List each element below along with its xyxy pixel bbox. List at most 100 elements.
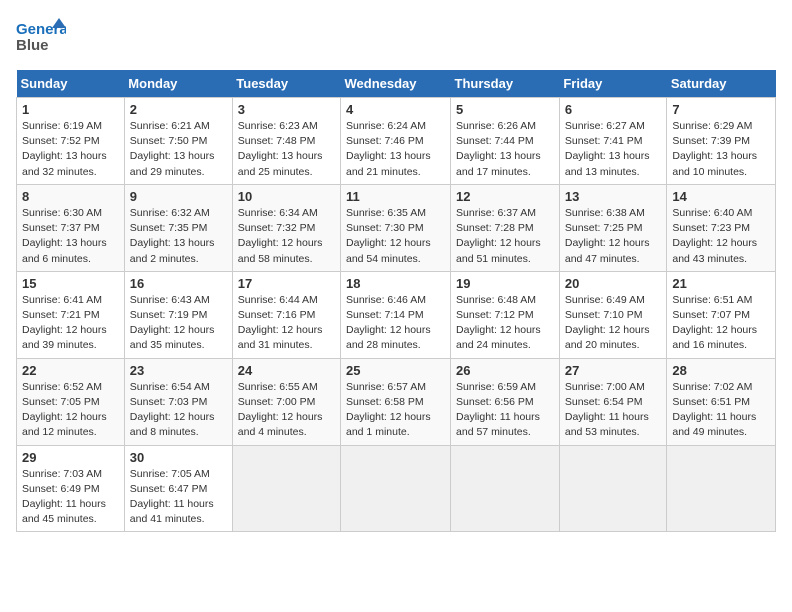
calendar-cell: 28 Sunrise: 7:02 AMSunset: 6:51 PMDayligh… (667, 358, 776, 445)
day-number: 21 (672, 276, 770, 291)
day-number: 8 (22, 189, 119, 204)
header-friday: Friday (559, 70, 667, 98)
logo-svg: General Blue (16, 16, 66, 58)
calendar-cell: 20Sunrise: 6:49 AMSunset: 7:10 PMDayligh… (559, 271, 667, 358)
day-number: 27 (565, 363, 662, 378)
calendar-cell (451, 445, 560, 532)
calendar-cell: 17 Sunrise: 6:44 AMSunset: 7:16 PMDayligh… (232, 271, 340, 358)
day-info: Sunrise: 6:46 AMSunset: 7:14 PMDaylight:… (346, 293, 445, 354)
day-number: 14 (672, 189, 770, 204)
day-number: 29 (22, 450, 119, 465)
calendar-cell: 9 Sunrise: 6:32 AMSunset: 7:35 PMDaylight… (124, 184, 232, 271)
day-info: Sunrise: 6:19 AMSunset: 7:52 PMDaylight:… (22, 119, 119, 180)
day-info: Sunrise: 6:44 AMSunset: 7:16 PMDaylight:… (238, 293, 335, 354)
page-header: General Blue (16, 16, 776, 58)
calendar-week-5: 29 Sunrise: 7:03 AMSunset: 6:49 PMDayligh… (17, 445, 776, 532)
calendar-cell: 12 Sunrise: 6:37 AMSunset: 7:28 PMDayligh… (451, 184, 560, 271)
calendar-cell (667, 445, 776, 532)
day-info: Sunrise: 6:37 AMSunset: 7:28 PMDaylight:… (456, 206, 554, 267)
day-info: Sunrise: 6:57 AMSunset: 6:58 PMDaylight:… (346, 380, 445, 441)
calendar-cell: 6 Sunrise: 6:27 AMSunset: 7:41 PMDaylight… (559, 98, 667, 185)
logo: General Blue (16, 16, 66, 58)
day-number: 26 (456, 363, 554, 378)
header-wednesday: Wednesday (341, 70, 451, 98)
day-info: Sunrise: 7:03 AMSunset: 6:49 PMDaylight:… (22, 467, 119, 528)
day-number: 6 (565, 102, 662, 117)
day-info: Sunrise: 6:49 AMSunset: 7:10 PMDaylight:… (565, 293, 662, 354)
calendar-cell: 23 Sunrise: 6:54 AMSunset: 7:03 PMDayligh… (124, 358, 232, 445)
day-number: 7 (672, 102, 770, 117)
calendar-table: SundayMondayTuesdayWednesdayThursdayFrid… (16, 70, 776, 532)
day-info: Sunrise: 6:51 AMSunset: 7:07 PMDaylight:… (672, 293, 770, 354)
calendar-cell: 10Sunrise: 6:34 AMSunset: 7:32 PMDayligh… (232, 184, 340, 271)
day-number: 16 (130, 276, 227, 291)
day-number: 18 (346, 276, 445, 291)
calendar-cell: 26Sunrise: 6:59 AMSunset: 6:56 PMDayligh… (451, 358, 560, 445)
day-info: Sunrise: 7:02 AMSunset: 6:51 PMDaylight:… (672, 380, 770, 441)
day-info: Sunrise: 6:35 AMSunset: 7:30 PMDaylight:… (346, 206, 445, 267)
day-number: 9 (130, 189, 227, 204)
day-number: 1 (22, 102, 119, 117)
calendar-week-3: 15Sunrise: 6:41 AMSunset: 7:21 PMDayligh… (17, 271, 776, 358)
calendar-cell: 21 Sunrise: 6:51 AMSunset: 7:07 PMDayligh… (667, 271, 776, 358)
calendar-cell: 25 Sunrise: 6:57 AMSunset: 6:58 PMDayligh… (341, 358, 451, 445)
calendar-cell: 22 Sunrise: 6:52 AMSunset: 7:05 PMDayligh… (17, 358, 125, 445)
calendar-cell: 7 Sunrise: 6:29 AMSunset: 7:39 PMDaylight… (667, 98, 776, 185)
day-info: Sunrise: 7:05 AMSunset: 6:47 PMDaylight:… (130, 467, 227, 528)
calendar-cell (559, 445, 667, 532)
day-number: 4 (346, 102, 445, 117)
calendar-cell: 27 Sunrise: 7:00 AMSunset: 6:54 PMDayligh… (559, 358, 667, 445)
calendar-week-1: 1 Sunrise: 6:19 AMSunset: 7:52 PMDaylight… (17, 98, 776, 185)
header-sunday: Sunday (17, 70, 125, 98)
day-info: Sunrise: 6:32 AMSunset: 7:35 PMDaylight:… (130, 206, 227, 267)
calendar-cell: 16 Sunrise: 6:43 AMSunset: 7:19 PMDayligh… (124, 271, 232, 358)
day-info: Sunrise: 6:27 AMSunset: 7:41 PMDaylight:… (565, 119, 662, 180)
calendar-cell: 1 Sunrise: 6:19 AMSunset: 7:52 PMDaylight… (17, 98, 125, 185)
calendar-cell: 11 Sunrise: 6:35 AMSunset: 7:30 PMDayligh… (341, 184, 451, 271)
day-info: Sunrise: 6:52 AMSunset: 7:05 PMDaylight:… (22, 380, 119, 441)
day-number: 19 (456, 276, 554, 291)
day-number: 2 (130, 102, 227, 117)
day-info: Sunrise: 6:26 AMSunset: 7:44 PMDaylight:… (456, 119, 554, 180)
calendar-cell: 13Sunrise: 6:38 AMSunset: 7:25 PMDayligh… (559, 184, 667, 271)
calendar-cell: 24 Sunrise: 6:55 AMSunset: 7:00 PMDayligh… (232, 358, 340, 445)
calendar-cell (232, 445, 340, 532)
calendar-header: SundayMondayTuesdayWednesdayThursdayFrid… (17, 70, 776, 98)
header-saturday: Saturday (667, 70, 776, 98)
day-number: 10 (238, 189, 335, 204)
calendar-cell (341, 445, 451, 532)
day-info: Sunrise: 6:48 AMSunset: 7:12 PMDaylight:… (456, 293, 554, 354)
day-info: Sunrise: 6:29 AMSunset: 7:39 PMDaylight:… (672, 119, 770, 180)
day-number: 25 (346, 363, 445, 378)
day-info: Sunrise: 6:41 AMSunset: 7:21 PMDaylight:… (22, 293, 119, 354)
day-number: 23 (130, 363, 227, 378)
calendar-cell: 14Sunrise: 6:40 AMSunset: 7:23 PMDayligh… (667, 184, 776, 271)
header-thursday: Thursday (451, 70, 560, 98)
calendar-cell: 5 Sunrise: 6:26 AMSunset: 7:44 PMDaylight… (451, 98, 560, 185)
day-number: 22 (22, 363, 119, 378)
day-info: Sunrise: 6:55 AMSunset: 7:00 PMDaylight:… (238, 380, 335, 441)
day-info: Sunrise: 6:54 AMSunset: 7:03 PMDaylight:… (130, 380, 227, 441)
calendar-cell: 18 Sunrise: 6:46 AMSunset: 7:14 PMDayligh… (341, 271, 451, 358)
day-info: Sunrise: 6:30 AMSunset: 7:37 PMDaylight:… (22, 206, 119, 267)
day-number: 30 (130, 450, 227, 465)
day-info: Sunrise: 6:43 AMSunset: 7:19 PMDaylight:… (130, 293, 227, 354)
calendar-cell: 2 Sunrise: 6:21 AMSunset: 7:50 PMDaylight… (124, 98, 232, 185)
header-monday: Monday (124, 70, 232, 98)
header-tuesday: Tuesday (232, 70, 340, 98)
day-number: 3 (238, 102, 335, 117)
day-number: 24 (238, 363, 335, 378)
calendar-cell: 8 Sunrise: 6:30 AMSunset: 7:37 PMDaylight… (17, 184, 125, 271)
calendar-cell: 30 Sunrise: 7:05 AMSunset: 6:47 PMDayligh… (124, 445, 232, 532)
day-number: 11 (346, 189, 445, 204)
calendar-cell: 15Sunrise: 6:41 AMSunset: 7:21 PMDayligh… (17, 271, 125, 358)
day-info: Sunrise: 6:23 AMSunset: 7:48 PMDaylight:… (238, 119, 335, 180)
day-info: Sunrise: 7:00 AMSunset: 6:54 PMDaylight:… (565, 380, 662, 441)
day-info: Sunrise: 6:21 AMSunset: 7:50 PMDaylight:… (130, 119, 227, 180)
day-number: 28 (672, 363, 770, 378)
day-number: 12 (456, 189, 554, 204)
calendar-cell: 3 Sunrise: 6:23 AMSunset: 7:48 PMDaylight… (232, 98, 340, 185)
day-number: 17 (238, 276, 335, 291)
calendar-week-2: 8 Sunrise: 6:30 AMSunset: 7:37 PMDaylight… (17, 184, 776, 271)
day-number: 5 (456, 102, 554, 117)
